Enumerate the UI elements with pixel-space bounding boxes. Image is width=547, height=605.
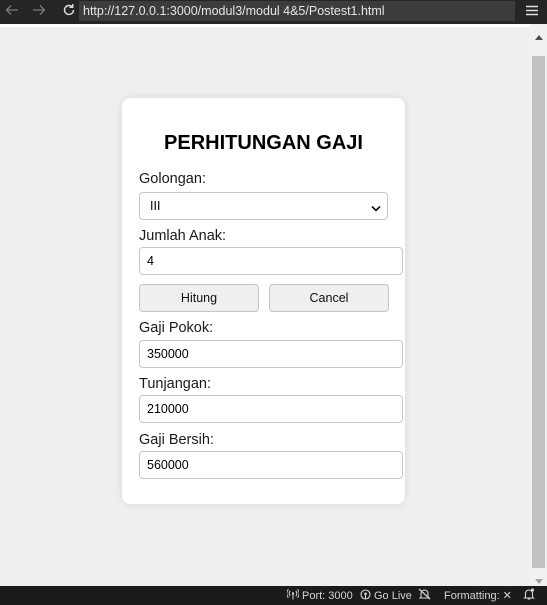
hamburger-icon xyxy=(526,3,538,21)
arrow-left-icon xyxy=(5,4,19,20)
formatting-label: Formatting: xyxy=(444,589,500,602)
golongan-select[interactable]: III xyxy=(139,192,388,220)
status-bar: Port: 3000 Go Live Formatting: ✕ xyxy=(0,586,547,605)
chevron-down-icon xyxy=(371,201,381,215)
page-top-strip xyxy=(0,24,530,27)
gaji-pokok-output[interactable]: 350000 xyxy=(139,340,403,368)
hitung-button[interactable]: Hitung xyxy=(139,284,259,312)
arrow-right-icon xyxy=(32,4,46,20)
address-bar[interactable]: http://127.0.0.1:3000/modul3/modul 4&5/P… xyxy=(79,1,515,21)
go-live-label: Go Live xyxy=(374,589,412,602)
reload-icon xyxy=(62,3,76,21)
gaji-bersih-value: 560000 xyxy=(147,458,189,472)
reload-button[interactable] xyxy=(58,1,80,23)
formatting-status[interactable]: Formatting: ✕ xyxy=(444,586,512,605)
tunjangan-label: Tunjangan: xyxy=(139,376,212,392)
jumlah-anak-label: Jumlah Anak: xyxy=(139,228,227,244)
scroll-thumb[interactable] xyxy=(532,56,545,568)
formatting-state: ✕ xyxy=(502,590,512,602)
vertical-scrollbar[interactable] xyxy=(530,24,547,586)
gaji-bersih-output[interactable]: 560000 xyxy=(139,451,403,479)
back-button[interactable] xyxy=(1,1,23,23)
gaji-pokok-label: Gaji Pokok: xyxy=(139,320,214,336)
broadcast-icon xyxy=(286,588,300,603)
notifications-muted-button[interactable] xyxy=(418,586,431,605)
page-title: PERHITUNGAN GAJI xyxy=(164,132,363,154)
cancel-button[interactable]: Cancel xyxy=(269,284,389,312)
gaji-pokok-value: 350000 xyxy=(147,347,189,361)
bell-slash-icon xyxy=(418,588,431,603)
triangle-up-icon xyxy=(534,27,543,45)
golongan-label: Golongan: xyxy=(139,171,206,187)
notifications-button[interactable] xyxy=(523,586,535,605)
browser-toolbar: http://127.0.0.1:3000/modul3/modul 4&5/P… xyxy=(0,0,547,24)
scroll-down-button[interactable] xyxy=(530,574,547,586)
port-status[interactable]: Port: 3000 xyxy=(286,586,353,605)
tunjangan-output[interactable]: 210000 xyxy=(139,395,403,423)
gaji-bersih-label: Gaji Bersih: xyxy=(139,432,214,448)
scroll-up-button[interactable] xyxy=(530,30,547,42)
golongan-selected-value: III xyxy=(150,199,161,213)
go-live-button[interactable]: Go Live xyxy=(360,586,412,605)
port-label: Port: 3000 xyxy=(302,589,353,602)
bell-icon xyxy=(523,588,535,603)
tunjangan-value: 210000 xyxy=(147,402,189,416)
jumlah-anak-value: 4 xyxy=(147,254,154,268)
jumlah-anak-input[interactable]: 4 xyxy=(139,247,403,275)
forward-button[interactable] xyxy=(28,1,50,23)
go-live-icon xyxy=(360,588,371,603)
menu-button[interactable] xyxy=(521,1,543,23)
